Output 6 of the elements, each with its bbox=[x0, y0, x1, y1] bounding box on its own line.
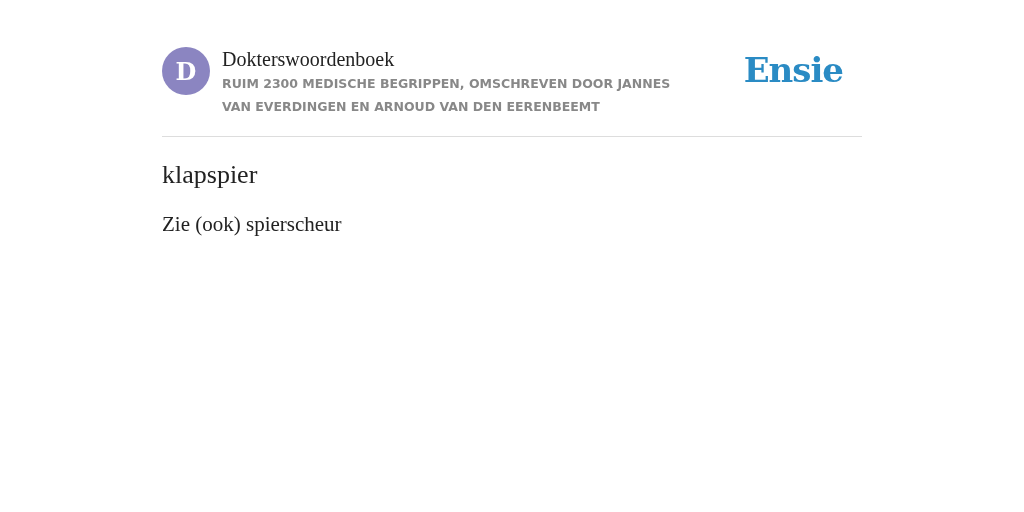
entry-term: klapspier bbox=[162, 159, 258, 191]
avatar: D bbox=[162, 47, 210, 95]
dictionary-subtitle: RUIM 2300 MEDISCHE BEGRIPPEN, OMSCHREVEN DOOR JANNES VAN EVERDINGEN EN ARNOUD VAN DEN EERENBEEMT bbox=[222, 75, 672, 116]
dictionary-title[interactable]: Dokterswoordenboek bbox=[222, 46, 395, 72]
logo[interactable]: Ensie bbox=[743, 52, 843, 88]
entry-definition: Zie (ook) spierscheur bbox=[162, 211, 342, 237]
